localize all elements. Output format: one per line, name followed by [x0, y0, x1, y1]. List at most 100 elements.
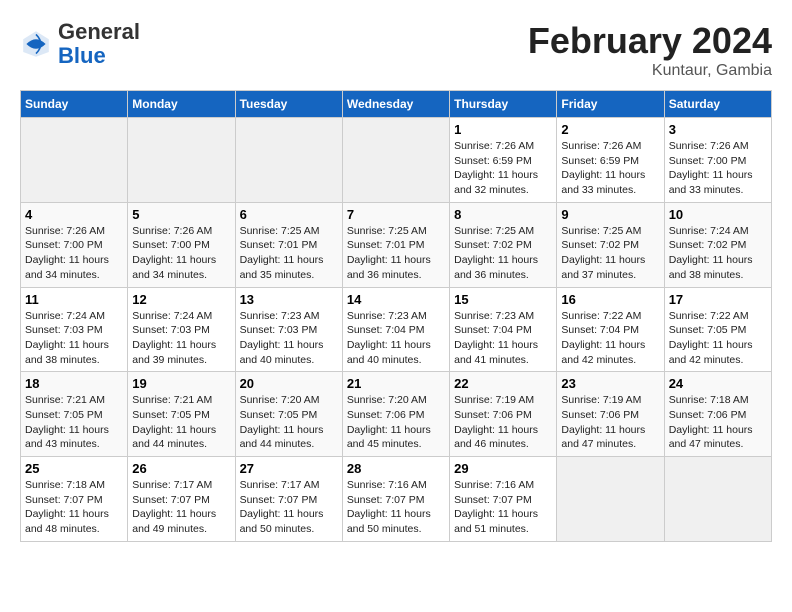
day-info: Sunrise: 7:18 AMSunset: 7:07 PMDaylight:… — [25, 478, 123, 537]
day-number: 4 — [25, 207, 123, 222]
page-title: February 2024 — [528, 20, 772, 62]
day-number: 24 — [669, 376, 767, 391]
day-number: 7 — [347, 207, 445, 222]
calendar-cell: 16Sunrise: 7:22 AMSunset: 7:04 PMDayligh… — [557, 287, 664, 372]
weekday-header-saturday: Saturday — [664, 91, 771, 118]
day-info: Sunrise: 7:26 AMSunset: 7:00 PMDaylight:… — [132, 224, 230, 283]
calendar-cell: 3Sunrise: 7:26 AMSunset: 7:00 PMDaylight… — [664, 118, 771, 203]
day-info: Sunrise: 7:25 AMSunset: 7:01 PMDaylight:… — [240, 224, 338, 283]
day-number: 21 — [347, 376, 445, 391]
day-number: 19 — [132, 376, 230, 391]
logo: General Blue — [20, 20, 140, 68]
day-info: Sunrise: 7:21 AMSunset: 7:05 PMDaylight:… — [132, 393, 230, 452]
weekday-header-friday: Friday — [557, 91, 664, 118]
calendar-cell: 2 Sunrise: 7:26 AMSunset: 6:59 PMDaylight… — [557, 118, 664, 203]
day-number: 22 — [454, 376, 552, 391]
day-number: 8 — [454, 207, 552, 222]
day-info: Sunrise: 7:26 AMSunset: 6:59 PMDaylight:… — [561, 139, 659, 198]
day-number: 14 — [347, 292, 445, 307]
calendar-cell: 26 Sunrise: 7:17 AMSunset: 7:07 PMDayligh… — [128, 457, 235, 542]
day-info: Sunrise: 7:19 AMSunset: 7:06 PMDaylight:… — [561, 393, 659, 452]
day-number: 26 — [132, 461, 230, 476]
calendar-cell: 15 Sunrise: 7:23 AMSunset: 7:04 PMDayligh… — [450, 287, 557, 372]
calendar-cell: 24 Sunrise: 7:18 AMSunset: 7:06 PMDayligh… — [664, 372, 771, 457]
calendar-week-3: 11Sunrise: 7:24 AMSunset: 7:03 PMDayligh… — [21, 287, 772, 372]
day-number: 23 — [561, 376, 659, 391]
day-number: 12 — [132, 292, 230, 307]
day-info: Sunrise: 7:23 AMSunset: 7:04 PMDaylight:… — [347, 309, 445, 368]
day-info: Sunrise: 7:24 AMSunset: 7:03 PMDaylight:… — [132, 309, 230, 368]
calendar-cell: 20 Sunrise: 7:20 AMSunset: 7:05 PMDayligh… — [235, 372, 342, 457]
day-info: Sunrise: 7:17 AMSunset: 7:07 PMDaylight:… — [240, 478, 338, 537]
calendar-cell — [557, 457, 664, 542]
calendar-cell: 23 Sunrise: 7:19 AMSunset: 7:06 PMDayligh… — [557, 372, 664, 457]
calendar-cell: 6 Sunrise: 7:25 AMSunset: 7:01 PMDaylight… — [235, 202, 342, 287]
location-label: Kuntaur, Gambia — [528, 62, 772, 80]
calendar-week-4: 18 Sunrise: 7:21 AMSunset: 7:05 PMDayligh… — [21, 372, 772, 457]
day-number: 10 — [669, 207, 767, 222]
calendar-week-1: 1 Sunrise: 7:26 AMSunset: 6:59 PMDaylight… — [21, 118, 772, 203]
day-number: 5 — [132, 207, 230, 222]
day-number: 6 — [240, 207, 338, 222]
calendar-cell: 11Sunrise: 7:24 AMSunset: 7:03 PMDayligh… — [21, 287, 128, 372]
day-info: Sunrise: 7:18 AMSunset: 7:06 PMDaylight:… — [669, 393, 767, 452]
day-number: 3 — [669, 122, 767, 137]
calendar-cell: 4 Sunrise: 7:26 AMSunset: 7:00 PMDaylight… — [21, 202, 128, 287]
day-info: Sunrise: 7:26 AMSunset: 6:59 PMDaylight:… — [454, 139, 552, 198]
day-info: Sunrise: 7:17 AMSunset: 7:07 PMDaylight:… — [132, 478, 230, 537]
calendar-cell: 18Sunrise: 7:21 AMSunset: 7:05 PMDayligh… — [21, 372, 128, 457]
day-info: Sunrise: 7:25 AMSunset: 7:01 PMDaylight:… — [347, 224, 445, 283]
day-info: Sunrise: 7:16 AMSunset: 7:07 PMDaylight:… — [454, 478, 552, 537]
calendar-cell — [664, 457, 771, 542]
calendar-week-5: 25 Sunrise: 7:18 AMSunset: 7:07 PMDayligh… — [21, 457, 772, 542]
calendar-table: SundayMondayTuesdayWednesdayThursdayFrid… — [20, 90, 772, 542]
calendar-cell: 7 Sunrise: 7:25 AMSunset: 7:01 PMDaylight… — [342, 202, 449, 287]
calendar-cell: 19 Sunrise: 7:21 AMSunset: 7:05 PMDayligh… — [128, 372, 235, 457]
calendar-cell: 29 Sunrise: 7:16 AMSunset: 7:07 PMDayligh… — [450, 457, 557, 542]
day-info: Sunrise: 7:25 AMSunset: 7:02 PMDaylight:… — [454, 224, 552, 283]
weekday-header-sunday: Sunday — [21, 91, 128, 118]
day-number: 20 — [240, 376, 338, 391]
day-info: Sunrise: 7:23 AMSunset: 7:03 PMDaylight:… — [240, 309, 338, 368]
day-number: 15 — [454, 292, 552, 307]
calendar-cell: 14 Sunrise: 7:23 AMSunset: 7:04 PMDayligh… — [342, 287, 449, 372]
weekday-header-tuesday: Tuesday — [235, 91, 342, 118]
calendar-cell: 5 Sunrise: 7:26 AMSunset: 7:00 PMDaylight… — [128, 202, 235, 287]
day-number: 16 — [561, 292, 659, 307]
day-number: 25 — [25, 461, 123, 476]
calendar-cell: 17 Sunrise: 7:22 AMSunset: 7:05 PMDayligh… — [664, 287, 771, 372]
calendar-cell: 1 Sunrise: 7:26 AMSunset: 6:59 PMDaylight… — [450, 118, 557, 203]
calendar-cell — [21, 118, 128, 203]
calendar-cell: 8 Sunrise: 7:25 AMSunset: 7:02 PMDaylight… — [450, 202, 557, 287]
title-block: February 2024 Kuntaur, Gambia — [528, 20, 772, 80]
logo-blue: Blue — [58, 43, 106, 68]
day-number: 29 — [454, 461, 552, 476]
page-header: General Blue February 2024 Kuntaur, Gamb… — [20, 20, 772, 80]
calendar-cell — [128, 118, 235, 203]
day-number: 1 — [454, 122, 552, 137]
day-number: 28 — [347, 461, 445, 476]
day-number: 17 — [669, 292, 767, 307]
day-info: Sunrise: 7:23 AMSunset: 7:04 PMDaylight:… — [454, 309, 552, 368]
logo-text: General Blue — [58, 20, 140, 68]
calendar-week-2: 4 Sunrise: 7:26 AMSunset: 7:00 PMDaylight… — [21, 202, 772, 287]
day-number: 27 — [240, 461, 338, 476]
calendar-cell: 22 Sunrise: 7:19 AMSunset: 7:06 PMDayligh… — [450, 372, 557, 457]
weekday-header-wednesday: Wednesday — [342, 91, 449, 118]
day-info: Sunrise: 7:26 AMSunset: 7:00 PMDaylight:… — [25, 224, 123, 283]
day-info: Sunrise: 7:22 AMSunset: 7:05 PMDaylight:… — [669, 309, 767, 368]
calendar-cell: 13Sunrise: 7:23 AMSunset: 7:03 PMDayligh… — [235, 287, 342, 372]
logo-icon — [20, 28, 52, 60]
logo-general: General — [58, 19, 140, 44]
calendar-cell: 12 Sunrise: 7:24 AMSunset: 7:03 PMDayligh… — [128, 287, 235, 372]
day-info: Sunrise: 7:20 AMSunset: 7:06 PMDaylight:… — [347, 393, 445, 452]
day-info: Sunrise: 7:19 AMSunset: 7:06 PMDaylight:… — [454, 393, 552, 452]
calendar-cell: 10Sunrise: 7:24 AMSunset: 7:02 PMDayligh… — [664, 202, 771, 287]
calendar-cell: 28Sunrise: 7:16 AMSunset: 7:07 PMDayligh… — [342, 457, 449, 542]
calendar-cell: 9Sunrise: 7:25 AMSunset: 7:02 PMDaylight… — [557, 202, 664, 287]
day-info: Sunrise: 7:25 AMSunset: 7:02 PMDaylight:… — [561, 224, 659, 283]
calendar-cell: 27 Sunrise: 7:17 AMSunset: 7:07 PMDayligh… — [235, 457, 342, 542]
day-number: 2 — [561, 122, 659, 137]
day-info: Sunrise: 7:20 AMSunset: 7:05 PMDaylight:… — [240, 393, 338, 452]
day-number: 18 — [25, 376, 123, 391]
